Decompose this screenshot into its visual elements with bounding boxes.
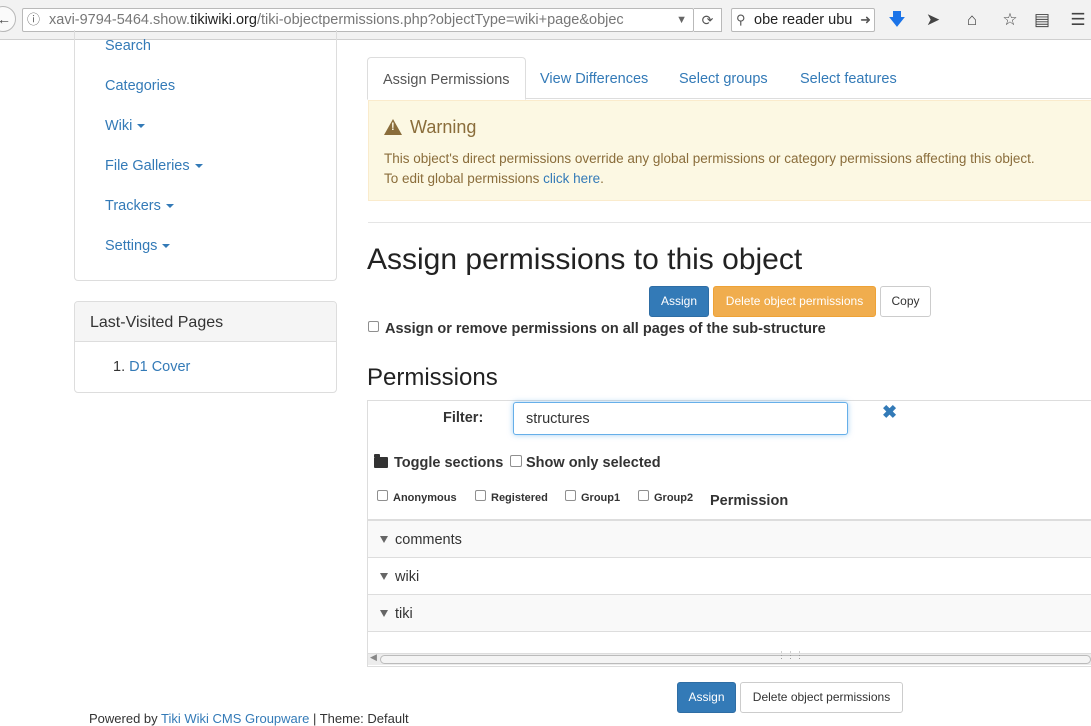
show-only-selected-checkbox[interactable]	[510, 455, 522, 467]
caret-down-icon	[162, 244, 171, 249]
group-anonymous-checkbox[interactable]	[377, 490, 388, 501]
group-group2-checkbox[interactable]	[638, 490, 649, 501]
bookmark-star-icon[interactable]: ☆	[999, 9, 1021, 31]
back-arrow-icon: ←	[0, 11, 11, 27]
delete-object-permissions-button[interactable]: Delete object permissions	[713, 286, 876, 317]
scrollbar-grip-icon: ⋮⋮⋮	[777, 650, 804, 660]
list-item: 1. D1 Cover	[113, 359, 191, 375]
substructure-label: Assign or remove permissions on all page…	[385, 321, 826, 337]
reading-list-icon[interactable]: ▤	[1031, 9, 1053, 31]
address-bar[interactable]: ⓘ xavi-9794-5464.show.tikiwiki.org/tiki-…	[22, 8, 694, 32]
info-icon[interactable]: ⓘ	[27, 9, 40, 31]
search-icon: ⚲	[736, 12, 746, 27]
warning-text: This object's direct permissions overrid…	[384, 151, 1035, 186]
caret-down-icon	[165, 204, 174, 209]
last-visited-title: Last-Visited Pages	[75, 302, 336, 342]
page-title: Assign permissions to this object	[367, 243, 803, 276]
category-name: comments	[395, 532, 462, 548]
reload-icon: ⟳	[701, 12, 714, 28]
caret-down-icon	[194, 164, 203, 169]
search-text: obe reader ubu	[754, 12, 853, 28]
tab-select-groups[interactable]: Select groups	[664, 57, 783, 99]
group-registered-label: Registered	[491, 492, 548, 504]
tab-view-differences[interactable]: View Differences	[525, 57, 663, 99]
permissions-heading: Permissions	[367, 364, 498, 391]
divider	[368, 222, 1091, 223]
tab-select-features[interactable]: Select features	[785, 57, 912, 99]
last-visited-panel: Last-Visited Pages 1. D1 Cover	[74, 301, 337, 393]
home-icon[interactable]: ⌂	[961, 9, 983, 31]
expand-triangle-icon	[380, 573, 388, 580]
sidebar-item-file-galleries[interactable]: File Galleries	[105, 158, 203, 174]
reload-button[interactable]: ⟳	[694, 8, 722, 32]
warning-alert: Warning This object's direct permissions…	[368, 100, 1091, 201]
table-row[interactable]: comments	[368, 521, 1091, 558]
bottom-assign-button[interactable]: Assign	[677, 682, 736, 713]
substructure-checkbox[interactable]	[368, 321, 379, 332]
bottom-delete-object-permissions-button[interactable]: Delete object permissions	[740, 682, 903, 713]
menu-icon[interactable]: ☰	[1067, 9, 1089, 31]
sidebar-item-categories[interactable]: Categories	[105, 78, 175, 94]
sidebar-item-search[interactable]: Search	[105, 38, 151, 54]
global-permissions-link[interactable]: click here	[543, 171, 600, 186]
sidebar-item-settings[interactable]: Settings	[105, 238, 171, 254]
url-text: xavi-9794-5464.show.tikiwiki.org/tiki-ob…	[49, 12, 624, 28]
assign-button[interactable]: Assign	[649, 286, 709, 317]
tab-assign-permissions[interactable]: Assign Permissions	[367, 57, 526, 100]
permission-column-header: Permission	[710, 493, 789, 509]
scroll-left-arrow-icon[interactable]: ◀	[370, 652, 377, 663]
filter-input[interactable]	[513, 402, 848, 435]
table-row[interactable]: tiki	[368, 595, 1091, 632]
table-row[interactable]: wiki	[368, 558, 1091, 595]
last-visited-link[interactable]: D1 Cover	[129, 359, 190, 375]
url-dropdown-icon[interactable]: ▼	[676, 9, 687, 31]
download-icon[interactable]: 🡇	[886, 9, 908, 31]
group-group1-checkbox[interactable]	[565, 490, 576, 501]
group-anonymous-label: Anonymous	[393, 492, 457, 504]
scrollbar-thumb[interactable]	[380, 655, 1091, 664]
group-registered-checkbox[interactable]	[475, 490, 486, 501]
group-group2-label: Group2	[654, 492, 694, 504]
clear-filter-icon[interactable]: ✖	[882, 402, 897, 423]
show-only-selected-label: Show only selected	[526, 455, 661, 471]
group-group1-label: Group1	[581, 492, 621, 504]
expand-triangle-icon	[380, 610, 388, 617]
category-name: wiki	[395, 569, 420, 585]
filter-label: Filter:	[443, 410, 484, 426]
category-name: tiki	[395, 606, 413, 622]
caret-down-icon	[137, 124, 146, 129]
copy-button[interactable]: Copy	[880, 286, 931, 317]
sidebar-item-trackers[interactable]: Trackers	[105, 198, 174, 214]
expand-triangle-icon	[380, 536, 388, 543]
sidebar-item-wiki[interactable]: Wiki	[105, 118, 146, 134]
sidebar-menu: Search Categories Wiki File Galleries Tr…	[74, 30, 337, 281]
search-bar[interactable]: ⚲ obe reader ubu ➜	[731, 8, 875, 32]
folder-icon	[374, 454, 388, 468]
warning-title: Warning	[384, 117, 476, 138]
back-button[interactable]: ←	[0, 6, 16, 32]
horizontal-scrollbar[interactable]: ◀ ⋮⋮⋮	[368, 650, 1091, 665]
send-icon[interactable]: ➤	[922, 9, 944, 31]
search-go-icon[interactable]: ➜	[860, 9, 871, 31]
toggle-sections-link[interactable]: Toggle sections	[394, 455, 503, 471]
warning-icon	[384, 119, 402, 135]
